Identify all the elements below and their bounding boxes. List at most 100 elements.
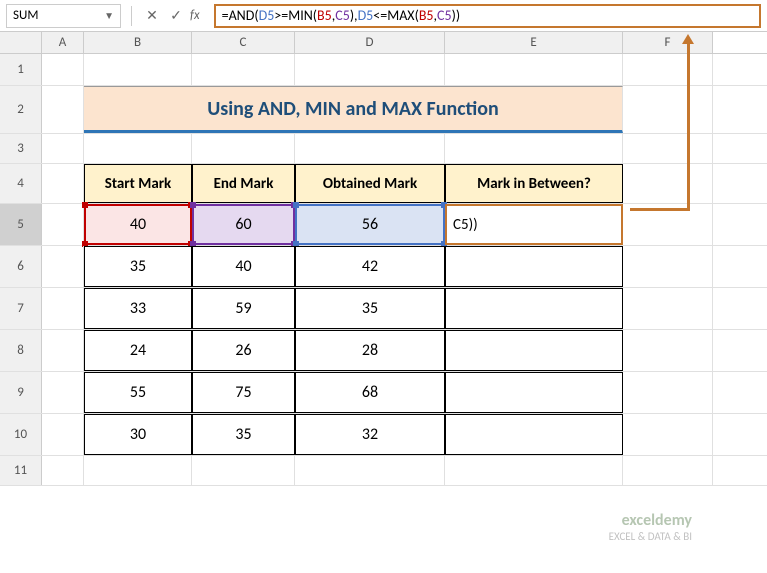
header-obtained[interactable]: Obtained Mark [295,164,445,203]
cell-D5[interactable]: 56 [295,204,445,245]
cell-C6[interactable]: 40 [192,246,295,287]
callout-line-vertical [687,42,690,210]
formula-input[interactable]: =AND(D5>=MIN(B5,C5),D5<=MAX(B5,C5)) [214,4,761,28]
cell-C10[interactable]: 35 [192,414,295,455]
cell-B8[interactable]: 24 [84,330,192,371]
cell-D9[interactable]: 68 [295,372,445,413]
cell-B5[interactable]: 40 [84,204,192,245]
col-header-B[interactable]: B [84,32,192,53]
col-header-E[interactable]: E [445,32,623,53]
row-11: 11 [0,456,767,486]
watermark-tag: EXCEL & DATA & BI [609,530,692,543]
cell-B7[interactable]: 33 [84,288,192,329]
row-6: 6 35 40 42 [0,246,767,288]
row-8: 8 24 26 28 [0,330,767,372]
cell-B3[interactable] [84,134,192,163]
row-header-4[interactable]: 4 [0,164,42,203]
cell-F4[interactable] [623,164,713,203]
row-header-6[interactable]: 6 [0,246,42,287]
cell-C11[interactable] [192,456,295,485]
cell-A4[interactable] [42,164,84,203]
cell-A9[interactable] [42,372,84,413]
cell-D10[interactable]: 32 [295,414,445,455]
cell-A3[interactable] [42,134,84,163]
callout-arrow-icon [682,34,694,44]
cell-A2[interactable] [42,86,84,133]
cell-E6[interactable] [445,246,623,287]
cell-B11[interactable] [84,456,192,485]
callout-line-horizontal [630,208,690,211]
row-header-8[interactable]: 8 [0,330,42,371]
cell-E9[interactable] [445,372,623,413]
cell-A10[interactable] [42,414,84,455]
cell-A7[interactable] [42,288,84,329]
row-header-9[interactable]: 9 [0,372,42,413]
cancel-icon[interactable]: ✕ [142,6,162,26]
col-header-D[interactable]: D [295,32,445,53]
cell-F8[interactable] [623,330,713,371]
cell-D7[interactable]: 35 [295,288,445,329]
cell-B1[interactable] [84,54,192,85]
row-header-3[interactable]: 3 [0,134,42,163]
dropdown-icon[interactable]: ▼ [104,9,114,22]
cell-A6[interactable] [42,246,84,287]
cell-E8[interactable] [445,330,623,371]
cell-B9[interactable]: 55 [84,372,192,413]
row-9: 9 55 75 68 [0,372,767,414]
divider [131,6,132,26]
col-header-F[interactable]: F [623,32,713,53]
row-header-7[interactable]: 7 [0,288,42,329]
cell-E1[interactable] [445,54,623,85]
cell-E11[interactable] [445,456,623,485]
cell-D3[interactable] [295,134,445,163]
cell-C8[interactable]: 26 [192,330,295,371]
row-header-2[interactable]: 2 [0,86,42,133]
spreadsheet: A B C D E F 1 2 Using AND, MIN and MAX F… [0,32,767,486]
name-box-value: SUM [13,8,38,23]
cell-F11[interactable] [623,456,713,485]
name-box[interactable]: SUM ▼ [6,4,121,28]
column-headers: A B C D E F [0,32,767,54]
cell-D11[interactable] [295,456,445,485]
cell-A8[interactable] [42,330,84,371]
cell-C3[interactable] [192,134,295,163]
row-header-5[interactable]: 5 [0,204,42,245]
accept-icon[interactable]: ✓ [166,6,186,26]
cell-C9[interactable]: 75 [192,372,295,413]
cell-F3[interactable] [623,134,713,163]
cell-E10[interactable] [445,414,623,455]
cell-D1[interactable] [295,54,445,85]
cell-C1[interactable] [192,54,295,85]
cell-D6[interactable]: 42 [295,246,445,287]
cell-E3[interactable] [445,134,623,163]
cell-F1[interactable] [623,54,713,85]
cell-B10[interactable]: 30 [84,414,192,455]
row-header-10[interactable]: 10 [0,414,42,455]
cell-A11[interactable] [42,456,84,485]
cell-B6[interactable]: 35 [84,246,192,287]
cell-D8[interactable]: 28 [295,330,445,371]
header-between[interactable]: Mark in Between? [445,164,623,203]
cell-F6[interactable] [623,246,713,287]
header-start[interactable]: Start Mark [84,164,192,203]
cell-F10[interactable] [623,414,713,455]
cell-A5[interactable] [42,204,84,245]
cell-A1[interactable] [42,54,84,85]
cell-E5-editing[interactable]: C5)) [445,204,623,245]
cell-E7[interactable] [445,288,623,329]
col-header-C[interactable]: C [192,32,295,53]
cell-F9[interactable] [623,372,713,413]
cell-C5[interactable]: 60 [192,204,295,245]
fx-icon[interactable]: fx [190,8,200,23]
cell-F7[interactable] [623,288,713,329]
row-header-11[interactable]: 11 [0,456,42,485]
row-2: 2 Using AND, MIN and MAX Function [0,86,767,134]
title-cell[interactable]: Using AND, MIN and MAX Function [84,86,623,133]
cell-C7[interactable]: 59 [192,288,295,329]
row-10: 10 30 35 32 [0,414,767,456]
select-all-corner[interactable] [0,32,42,53]
col-header-A[interactable]: A [42,32,84,53]
header-end[interactable]: End Mark [192,164,295,203]
cell-F2[interactable] [623,86,713,133]
row-header-1[interactable]: 1 [0,54,42,85]
